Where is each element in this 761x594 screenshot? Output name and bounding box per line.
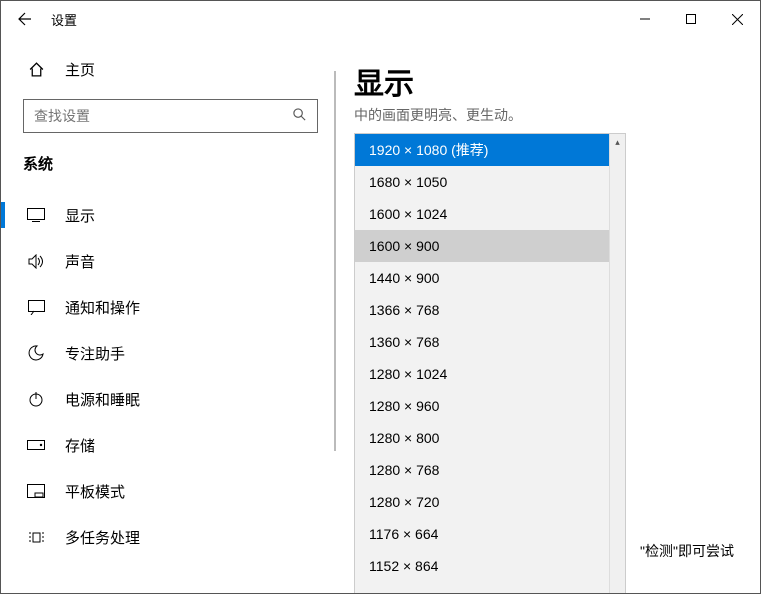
window-title: 设置 <box>51 10 77 29</box>
sidebar-item-label: 平板模式 <box>65 481 125 502</box>
page-title: 显示 <box>354 59 740 103</box>
home-icon <box>27 61 45 78</box>
sidebar-item-storage[interactable]: 存储 <box>1 422 336 468</box>
minimize-button[interactable] <box>622 3 668 35</box>
power-icon <box>27 391 45 407</box>
resolution-option[interactable]: 1176 × 664 <box>355 518 625 550</box>
detect-hint: "检测"即可尝试 <box>640 541 734 561</box>
sidebar-item-label: 电源和睡眠 <box>65 389 140 410</box>
resolution-option[interactable]: 1600 × 1024 <box>355 198 625 230</box>
notifications-icon <box>27 300 45 315</box>
back-button[interactable] <box>7 1 43 37</box>
sidebar-item-multitask[interactable]: 多任务处理 <box>1 514 336 560</box>
resolution-option[interactable]: 1280 × 800 <box>355 422 625 454</box>
resolution-option[interactable]: 1280 × 960 <box>355 390 625 422</box>
sidebar-item-label: 多任务处理 <box>65 527 140 548</box>
resolution-option[interactable]: 1366 × 768 <box>355 294 625 326</box>
sidebar-item-label: 通知和操作 <box>65 297 140 318</box>
resolution-option[interactable]: 1280 × 768 <box>355 454 625 486</box>
sidebar-item-notifications[interactable]: 通知和操作 <box>1 284 336 330</box>
resolution-option[interactable]: 1280 × 720 <box>355 486 625 518</box>
sidebar-item-focus[interactable]: 专注助手 <box>1 330 336 376</box>
minimize-icon <box>640 14 650 24</box>
sidebar-item-power[interactable]: 电源和睡眠 <box>1 376 336 422</box>
resolution-option[interactable]: 1280 × 1024 <box>355 358 625 390</box>
display-icon <box>27 208 45 222</box>
back-arrow-icon <box>17 11 33 27</box>
search-input[interactable] <box>23 99 318 133</box>
sidebar-item-tablet[interactable]: 平板模式 <box>1 468 336 514</box>
sidebar-item-display[interactable]: 显示 <box>1 192 336 238</box>
resolution-option[interactable]: 1360 × 768 <box>355 326 625 358</box>
close-button[interactable] <box>714 3 760 35</box>
resolution-option[interactable]: 1600 × 900 <box>355 230 625 262</box>
maximize-button[interactable] <box>668 3 714 35</box>
sidebar-item-label: 显示 <box>65 205 95 226</box>
sound-icon <box>27 254 45 269</box>
storage-icon <box>27 440 45 450</box>
maximize-icon <box>686 14 696 24</box>
tablet-icon <box>27 484 45 498</box>
sidebar: 主页 系统 显示 声音 <box>1 37 336 593</box>
resolution-option[interactable]: 1024 × 768 <box>355 582 625 593</box>
section-label: 系统 <box>23 153 336 174</box>
resolution-option[interactable]: 1152 × 864 <box>355 550 625 582</box>
resolution-option[interactable]: 1920 × 1080 (推荐) <box>355 134 625 166</box>
resolution-dropdown[interactable]: 1920 × 1080 (推荐)1680 × 10501600 × 102416… <box>354 133 626 593</box>
multitask-icon <box>27 530 45 545</box>
content-pane: 显示 中的画面更明亮、更生动。 Windows HD Color 设置 1920… <box>336 37 760 593</box>
close-icon <box>732 14 743 25</box>
dropdown-scrollbar[interactable]: ▴ <box>609 134 625 593</box>
sidebar-item-label: 专注助手 <box>65 343 125 364</box>
sidebar-item-sound[interactable]: 声音 <box>1 238 336 284</box>
sidebar-item-label: 存储 <box>65 435 95 456</box>
home-button[interactable]: 主页 <box>1 47 336 91</box>
home-label: 主页 <box>65 59 95 80</box>
resolution-option[interactable]: 1440 × 900 <box>355 262 625 294</box>
scroll-up-icon[interactable]: ▴ <box>610 134 625 150</box>
focus-icon <box>27 345 45 361</box>
resolution-option[interactable]: 1680 × 1050 <box>355 166 625 198</box>
sidebar-item-label: 声音 <box>65 251 95 272</box>
search-field[interactable] <box>34 108 292 124</box>
sub-line: 中的画面更明亮、更生动。 <box>354 105 740 125</box>
search-icon <box>292 107 307 125</box>
